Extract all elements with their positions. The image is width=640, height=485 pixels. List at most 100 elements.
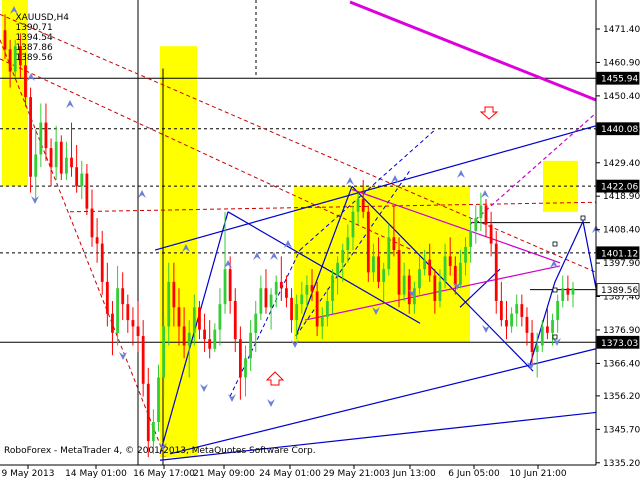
magenta-trend-line xyxy=(349,0,597,102)
candle-body xyxy=(223,269,227,305)
candle-body xyxy=(29,97,32,177)
y-tick-label: 1460.90 xyxy=(603,58,640,68)
candle-body xyxy=(546,326,549,333)
candle-body xyxy=(356,199,360,212)
price-tag-label: 1373.03 xyxy=(601,339,638,349)
candle-body xyxy=(433,275,437,301)
x-tick-label: 10 Jun 21:00 xyxy=(509,469,566,479)
candle-body xyxy=(146,383,150,442)
candle-body xyxy=(459,262,462,286)
candle-body xyxy=(116,288,119,333)
y-tick-label: 1418.90 xyxy=(603,192,640,202)
candle-body xyxy=(402,275,406,295)
candle-body xyxy=(126,304,130,321)
candle-body xyxy=(551,320,554,333)
candle-body xyxy=(494,243,498,301)
candle-body xyxy=(65,157,68,174)
candle-body xyxy=(228,269,232,301)
x-tick-label: 3 Jun 13:00 xyxy=(384,469,436,479)
candle-body xyxy=(85,173,89,209)
candle-body xyxy=(295,304,299,321)
open-value: 1390.71 xyxy=(15,23,53,33)
x-tick-label: 21 May 09:00 xyxy=(193,469,255,479)
candle-body xyxy=(423,259,426,270)
candle-body xyxy=(372,256,375,273)
candle-body xyxy=(233,300,237,340)
candle-body xyxy=(208,339,212,349)
close-value: 1389.56 xyxy=(15,53,53,63)
candle-body xyxy=(162,326,166,378)
candle-body xyxy=(39,122,43,155)
chart-svg: 1471.401460.901450.401439.801429.401418.… xyxy=(0,0,640,479)
candle-body xyxy=(535,345,539,352)
candle-body xyxy=(484,205,488,225)
candle-body xyxy=(136,326,140,337)
candle-body xyxy=(336,262,340,276)
target-zone xyxy=(160,46,197,458)
candle-body xyxy=(310,285,314,292)
candle-body xyxy=(453,265,457,286)
candle-body xyxy=(540,326,544,346)
candle-body xyxy=(90,208,94,238)
fractal-down-arrow xyxy=(228,394,236,402)
x-tick-label: 29 May 21:00 xyxy=(323,469,385,479)
candle-body xyxy=(198,307,201,330)
candle-body xyxy=(407,275,411,305)
candle-body xyxy=(469,230,473,247)
candle-body xyxy=(152,422,155,442)
candle-body xyxy=(510,313,513,327)
candle-body xyxy=(59,141,63,174)
candle-body xyxy=(218,304,222,330)
candle-body xyxy=(361,199,365,212)
candle-body xyxy=(157,377,160,423)
candle-body xyxy=(566,288,570,295)
candle-body xyxy=(377,256,380,282)
candle-body xyxy=(54,141,58,168)
x-tick-label: 6 Jun 05:00 xyxy=(448,469,500,479)
y-tick-label: 1397.90 xyxy=(603,259,640,269)
y-tick-label: 1408.40 xyxy=(603,226,640,236)
fractal-up-arrow xyxy=(481,190,489,198)
candle-body xyxy=(80,173,84,187)
candle-body xyxy=(187,332,191,346)
y-tick-label: 1366.40 xyxy=(603,359,640,369)
candle-body xyxy=(300,294,304,305)
candle-body xyxy=(259,288,263,314)
candle-body xyxy=(341,250,345,263)
candle-body xyxy=(520,304,524,317)
chart[interactable]: 1471.401460.901450.401439.801429.401418.… xyxy=(0,0,640,480)
price-tag-label: 1389.56 xyxy=(601,286,638,296)
candle-body xyxy=(290,297,293,321)
y-tick-label: 1429.40 xyxy=(603,159,640,169)
y-tick-label: 1450.40 xyxy=(603,92,640,102)
candle-body xyxy=(34,154,38,177)
candle-body xyxy=(320,316,324,327)
candle-body xyxy=(464,246,467,263)
fractal-down-arrow xyxy=(119,352,127,360)
candle-body xyxy=(418,269,421,289)
y-tick-label: 1356.20 xyxy=(603,392,640,402)
marker-square xyxy=(580,215,586,221)
marker-square xyxy=(552,334,558,340)
candle-body xyxy=(387,237,391,270)
candle-body xyxy=(49,148,53,168)
candle-body xyxy=(70,157,73,168)
candle-body xyxy=(95,237,99,244)
candle-body xyxy=(499,300,503,321)
fractal-up-arrow xyxy=(138,190,146,198)
copyright-label: RoboForex - MetaTrader 4, © 2001-2013, M… xyxy=(4,446,316,456)
x-tick-label: 24 May 01:00 xyxy=(259,469,321,479)
x-tick-label: 16 May 17:00 xyxy=(133,469,195,479)
candle-body xyxy=(346,237,350,251)
candle-body xyxy=(279,281,283,289)
candle-body xyxy=(479,205,483,219)
candle-body xyxy=(515,304,519,314)
candle-body xyxy=(249,332,253,359)
candle-body xyxy=(264,288,268,308)
high-value: 1394.54 xyxy=(15,33,53,43)
chart-title: XAUUSD,H4 1390.71 1394.54 1387.86 1389.5… xyxy=(4,3,69,73)
fractal-down-arrow xyxy=(31,196,39,204)
price-tag-label: 1401.12 xyxy=(601,249,638,259)
low-value: 1387.86 xyxy=(15,43,53,53)
candle-body xyxy=(525,316,529,333)
